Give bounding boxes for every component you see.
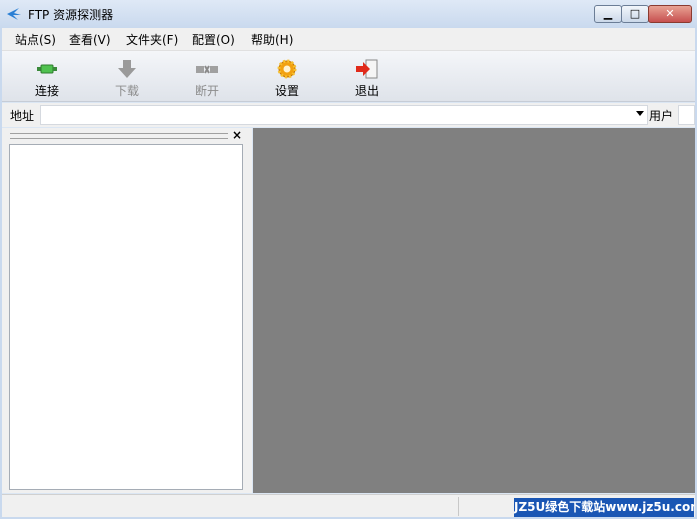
- menu-site[interactable]: 站点(S): [15, 31, 56, 48]
- watermark-banner: JZ5U绿色下载站www.jz5u.com: [514, 498, 694, 517]
- menu-help[interactable]: 帮助(H): [251, 31, 293, 48]
- window-title: FTP 资源探测器: [28, 8, 114, 22]
- close-button[interactable]: ✕: [648, 5, 692, 23]
- exit-door-icon: [356, 59, 378, 79]
- connect-label: 连接: [34, 84, 59, 98]
- exit-label: 退出: [354, 84, 379, 98]
- close-icon[interactable]: ×: [232, 128, 242, 142]
- download-arrow-icon: [118, 60, 136, 78]
- menu-folder[interactable]: 文件夹(F): [126, 31, 178, 48]
- maximize-button[interactable]: □: [621, 5, 649, 23]
- toolbar: 连接 下载 断开 设置 退出: [2, 51, 695, 102]
- swallow-bird-icon: [7, 8, 21, 20]
- disconnect-icon: [196, 65, 218, 74]
- folder-tree[interactable]: [9, 144, 243, 490]
- content-area[interactable]: [253, 128, 695, 493]
- settings-button[interactable]: 设置: [257, 55, 317, 99]
- gear-icon: [277, 59, 297, 79]
- menu-view[interactable]: 查看(V): [69, 31, 111, 48]
- address-bar: 地址 用户: [2, 103, 695, 127]
- minimize-button[interactable]: ▁: [594, 5, 622, 23]
- address-combobox[interactable]: [40, 105, 648, 125]
- address-label: 地址: [10, 109, 35, 123]
- chevron-down-icon[interactable]: [636, 111, 644, 116]
- close-icon: ✕: [665, 7, 675, 20]
- download-button[interactable]: 下载: [97, 55, 157, 99]
- window-controls: ▁ □ ✕: [594, 5, 692, 23]
- menu-config[interactable]: 配置(O): [192, 31, 235, 48]
- status-panel-main: [2, 497, 459, 516]
- disconnect-label: 断开: [194, 84, 219, 98]
- connect-plug-icon: [37, 64, 57, 74]
- minimize-icon: ▁: [603, 7, 613, 20]
- maximize-icon: □: [629, 7, 641, 20]
- settings-label: 设置: [274, 84, 299, 98]
- download-label: 下载: [114, 84, 139, 98]
- folder-pane: ×: [2, 128, 252, 493]
- disconnect-button[interactable]: 断开: [177, 55, 237, 99]
- title-bar[interactable]: FTP 资源探测器 ▁ □ ✕: [0, 0, 697, 28]
- exit-button[interactable]: 退出: [337, 55, 397, 99]
- user-label: 用户: [649, 109, 674, 123]
- pane-grip-handle[interactable]: [10, 133, 228, 139]
- connect-button[interactable]: 连接: [17, 55, 77, 99]
- menu-bar: 站点(S) 查看(V) 文件夹(F) 配置(O) 帮助(H): [2, 28, 695, 51]
- user-input[interactable]: [678, 105, 695, 125]
